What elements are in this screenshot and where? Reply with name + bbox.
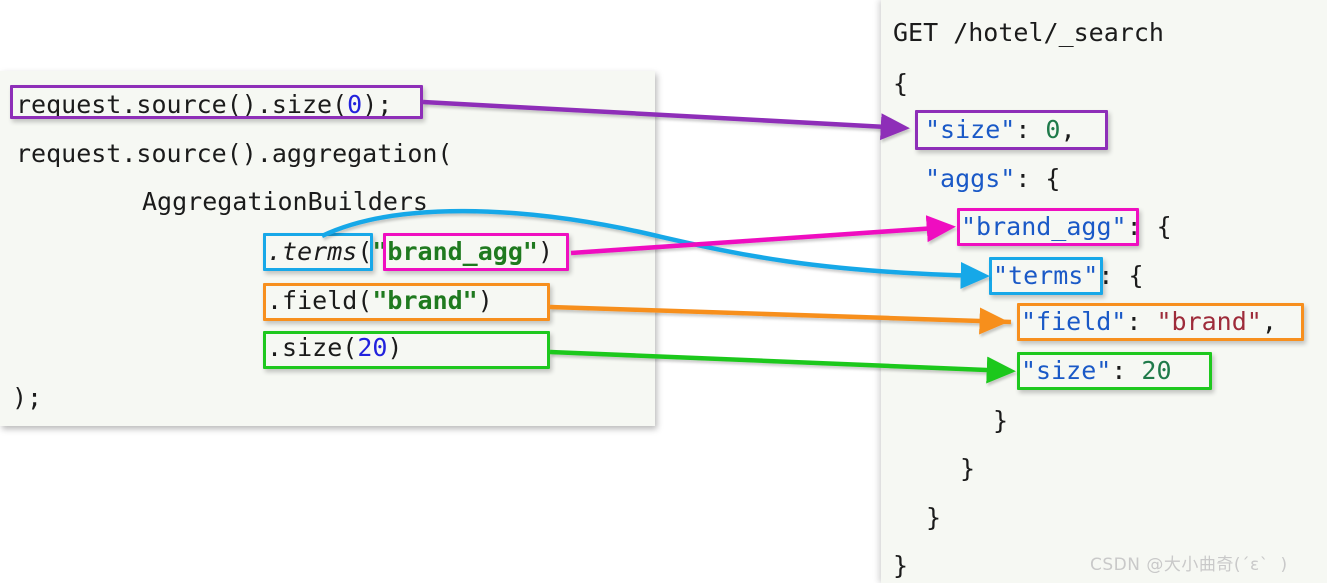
highlight-java-size20[interactable] <box>263 331 550 369</box>
highlight-json-size20[interactable] <box>1017 352 1212 390</box>
highlight-json-field[interactable] <box>1017 303 1304 341</box>
json-request-line: GET /hotel/_search <box>893 18 1164 47</box>
json-line-close-1: } <box>993 406 1009 435</box>
java-line-close: ); <box>12 383 43 412</box>
json-line-close-3: } <box>926 503 942 532</box>
java-line-aggregation: request.source().aggregation( <box>16 139 453 168</box>
highlight-java-field[interactable] <box>263 283 550 321</box>
json-line-close-2: } <box>960 454 976 483</box>
json-line-close-4: } <box>893 551 909 580</box>
highlight-java-size[interactable] <box>10 85 423 119</box>
diagram-canvas: request.source().size(0); request.source… <box>0 0 1327 583</box>
java-line-builders: AggregationBuilders <box>142 187 428 216</box>
csdn-watermark: CSDN @大小曲奇(´ε` ) <box>1090 555 1288 575</box>
highlight-java-terms[interactable] <box>263 233 373 271</box>
highlight-json-terms[interactable] <box>989 257 1103 295</box>
highlight-java-brand-agg[interactable] <box>383 233 569 271</box>
highlight-json-brand-agg[interactable] <box>957 208 1139 246</box>
json-line-open: { <box>893 69 909 98</box>
json-line-aggs: "aggs": { <box>925 164 1061 193</box>
json-dsl-panel <box>881 0 1327 583</box>
highlight-json-size[interactable] <box>915 110 1108 150</box>
